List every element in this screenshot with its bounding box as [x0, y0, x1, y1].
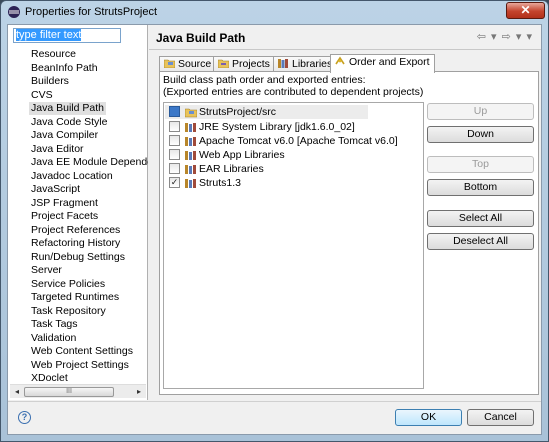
- tree-item-project-references[interactable]: Project References: [29, 224, 122, 237]
- tree-item-validation[interactable]: Validation: [29, 332, 78, 345]
- tab-source[interactable]: Source: [159, 56, 217, 72]
- tree-item-web-project-settings[interactable]: Web Project Settings: [29, 359, 131, 372]
- panel-description: Build class path order and exported entr…: [163, 74, 366, 86]
- tree-item-run-debug-settings[interactable]: Run/Debug Settings: [29, 251, 127, 264]
- deselect-all-button[interactable]: Deselect All: [427, 233, 534, 250]
- export-checkbox[interactable]: ✓: [169, 177, 180, 188]
- title-divider: [149, 49, 541, 50]
- ok-button[interactable]: OK: [395, 409, 462, 426]
- tab-libraries[interactable]: Libraries: [273, 56, 338, 72]
- entry-label: Struts1.3: [199, 177, 242, 189]
- tree-item-project-facets[interactable]: Project Facets: [29, 210, 100, 223]
- order-export-panel: Build class path order and exported entr…: [159, 71, 539, 395]
- tab-order-and-export[interactable]: Order and Export: [330, 54, 435, 73]
- tree-item-java-code-style[interactable]: Java Code Style: [29, 116, 109, 129]
- list-item[interactable]: StrutsProject/src: [165, 105, 368, 119]
- down-button[interactable]: Down: [427, 126, 534, 143]
- export-checkbox[interactable]: [169, 121, 180, 132]
- export-checkbox[interactable]: [169, 163, 180, 174]
- entry-label: JRE System Library [jdk1.6.0_02]: [199, 121, 355, 133]
- tree-item-java-ee-module-dependencies[interactable]: Java EE Module Dependencies: [29, 156, 148, 169]
- entry-label: EAR Libraries: [199, 163, 264, 175]
- list-item[interactable]: Web App Libraries: [165, 148, 368, 162]
- tree-item-javadoc-location[interactable]: Javadoc Location: [29, 170, 115, 183]
- page-title: Java Build Path: [156, 31, 246, 45]
- library-icon: [185, 151, 196, 160]
- footer-divider: [8, 401, 541, 402]
- scroll-left-icon[interactable]: ◂: [12, 387, 22, 397]
- panel-description-note: (Exported entries are contributed to dep…: [163, 86, 424, 98]
- list-item[interactable]: Apache Tomcat v6.0 [Apache Tomcat v6.0]: [165, 134, 398, 148]
- source-folder-icon: [164, 59, 175, 68]
- tab-projects[interactable]: Projects: [213, 56, 275, 72]
- export-checkbox[interactable]: [169, 106, 180, 117]
- horizontal-scrollbar[interactable]: ◂ III ▸: [10, 384, 146, 398]
- tree-item-java-compiler[interactable]: Java Compiler: [29, 129, 100, 142]
- filter-input[interactable]: type filter text: [13, 28, 121, 43]
- scroll-thumb[interactable]: III: [24, 387, 114, 397]
- tree-item-service-policies[interactable]: Service Policies: [29, 278, 107, 291]
- tab-projects-label: Projects: [232, 58, 270, 70]
- export-checkbox[interactable]: [169, 149, 180, 160]
- libraries-icon: [278, 59, 288, 68]
- tree-item-refactoring-history[interactable]: Refactoring History: [29, 237, 122, 250]
- export-checkbox[interactable]: [169, 135, 180, 146]
- tree-item-java-build-path[interactable]: Java Build Path: [29, 102, 106, 115]
- properties-dialog: Properties for StrutsProject ✕ type filt…: [0, 0, 549, 442]
- library-icon: [185, 123, 196, 132]
- tree-item-builders[interactable]: Builders: [29, 75, 71, 88]
- window-title: Properties for StrutsProject: [25, 6, 158, 18]
- eclipse-icon: [8, 6, 20, 18]
- tab-source-label: Source: [178, 58, 212, 70]
- help-icon[interactable]: ?: [18, 411, 31, 424]
- scroll-right-icon[interactable]: ▸: [134, 387, 144, 397]
- tab-order-export-label: Order and Export: [349, 56, 430, 68]
- tree-item-server[interactable]: Server: [29, 264, 64, 277]
- up-button[interactable]: Up: [427, 103, 534, 120]
- entry-label: Apache Tomcat v6.0 [Apache Tomcat v6.0]: [199, 135, 398, 147]
- select-all-button[interactable]: Select All: [427, 210, 534, 227]
- order-export-icon: [335, 56, 345, 65]
- tree-item-beaninfo-path[interactable]: BeanInfo Path: [29, 62, 100, 75]
- property-pages-pane: type filter text Resource BeanInfo Path …: [8, 25, 148, 400]
- library-icon: [185, 137, 196, 146]
- filter-text: type filter text: [16, 29, 82, 41]
- history-navigation[interactable]: ⇦ ▾ ⇨ ▾ ▾: [477, 30, 533, 43]
- entry-label: StrutsProject/src: [199, 106, 277, 118]
- list-item[interactable]: ✓ Struts1.3: [165, 176, 368, 190]
- tree-item-targeted-runtimes[interactable]: Targeted Runtimes: [29, 291, 121, 304]
- property-page: Java Build Path ⇦ ▾ ⇨ ▾ ▾ Source Project…: [149, 25, 541, 400]
- list-item[interactable]: EAR Libraries: [165, 162, 368, 176]
- classpath-entries-list[interactable]: StrutsProject/src JRE System Library [jd…: [163, 102, 424, 389]
- top-button[interactable]: Top: [427, 156, 534, 173]
- entry-label: Web App Libraries: [199, 149, 285, 161]
- cancel-button[interactable]: Cancel: [467, 409, 534, 426]
- tree-item-java-editor[interactable]: Java Editor: [29, 143, 86, 156]
- source-folder-icon: [185, 108, 197, 118]
- tree-item-task-repository[interactable]: Task Repository: [29, 305, 108, 318]
- tree-item-task-tags[interactable]: Task Tags: [29, 318, 80, 331]
- title-bar[interactable]: Properties for StrutsProject ✕: [1, 1, 548, 23]
- projects-icon: [218, 59, 229, 68]
- tree-item-javascript[interactable]: JavaScript: [29, 183, 82, 196]
- tab-libraries-label: Libraries: [292, 58, 333, 70]
- tree-item-jsp-fragment[interactable]: JSP Fragment: [29, 197, 100, 210]
- library-icon: [185, 165, 196, 174]
- tree-item-resource[interactable]: Resource: [29, 48, 78, 61]
- property-pages-tree: Resource BeanInfo Path Builders CVS Java…: [8, 48, 148, 385]
- bottom-button[interactable]: Bottom: [427, 179, 534, 196]
- tree-item-web-content-settings[interactable]: Web Content Settings: [29, 345, 135, 358]
- dialog-client-area: type filter text Resource BeanInfo Path …: [7, 24, 542, 435]
- library-icon: [185, 179, 196, 188]
- list-item[interactable]: JRE System Library [jdk1.6.0_02]: [165, 120, 368, 134]
- close-button[interactable]: ✕: [506, 2, 545, 19]
- tree-item-cvs[interactable]: CVS: [29, 89, 55, 102]
